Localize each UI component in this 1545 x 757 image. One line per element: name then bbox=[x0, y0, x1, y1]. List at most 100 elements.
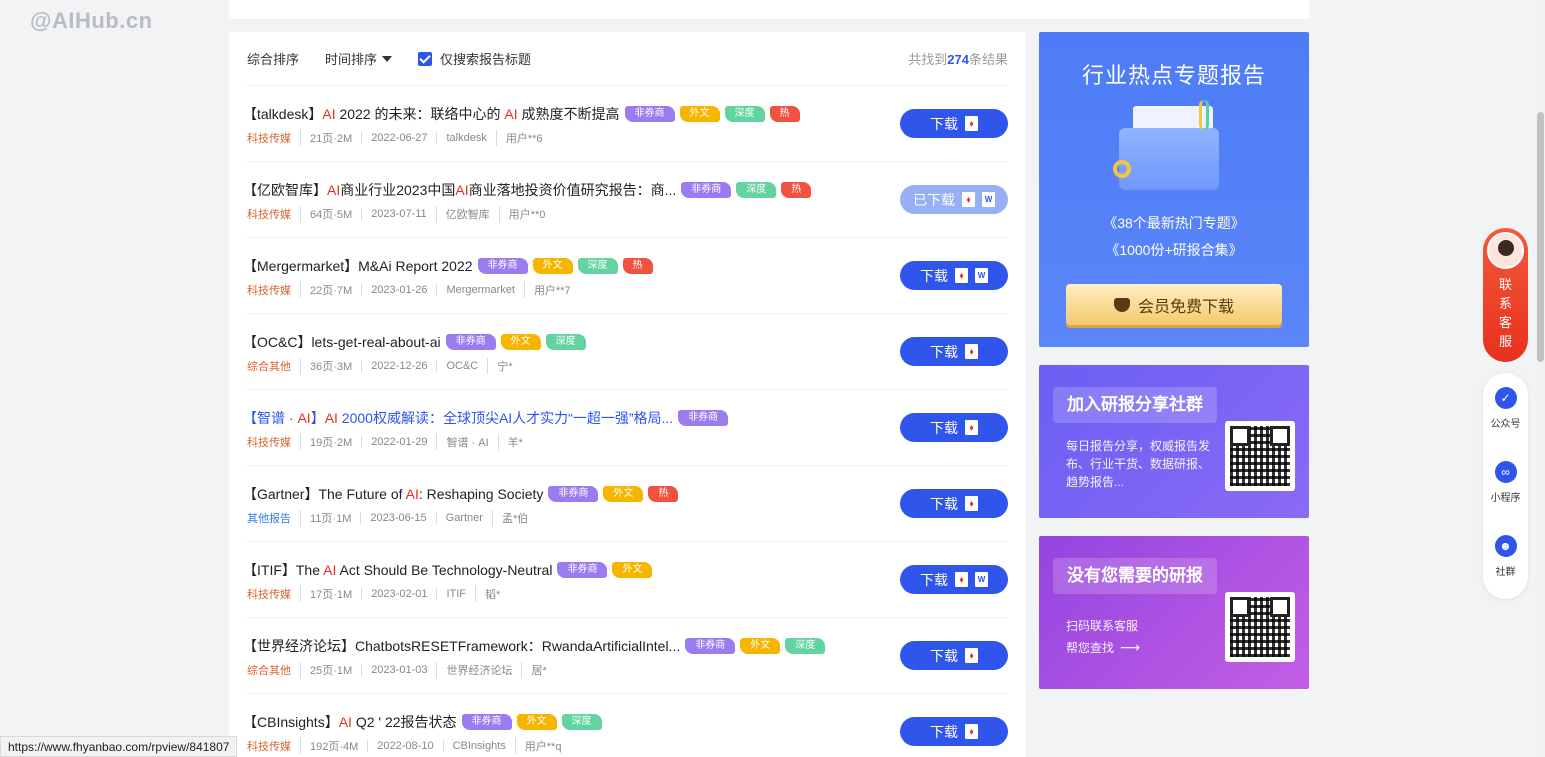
download-button[interactable]: 下载 ⬧ bbox=[900, 717, 1008, 746]
member-button-label: 会员免费下载 bbox=[1137, 298, 1234, 316]
service-agent-avatar bbox=[1487, 232, 1524, 269]
report-tag: 非券商 bbox=[445, 334, 496, 350]
report-title-text[interactable]: 【世界经济论坛】ChatbotsRESETFramework：RwandaArt… bbox=[243, 636, 680, 656]
join-group-card[interactable]: 加入研报分享社群 每日报告分享，权威报告发布、行业干货、数据研报、趋势报告... bbox=[1039, 365, 1309, 518]
report-category[interactable]: 综合其他 bbox=[247, 662, 300, 678]
download-button[interactable]: 下载 ⬧ bbox=[900, 109, 1008, 138]
title-only-filter[interactable]: 仅搜索报告标题 bbox=[418, 49, 531, 68]
report-date: 2022-06-27 bbox=[361, 132, 436, 144]
download-button-label: 下载 bbox=[920, 571, 948, 588]
report-date: 2022-01-29 bbox=[361, 436, 436, 448]
download-button-label: 下载 bbox=[930, 495, 958, 512]
report-category[interactable]: 科技传媒 bbox=[247, 434, 300, 450]
page-scrollbar[interactable] bbox=[1536, 0, 1545, 757]
report-tag: 深度 bbox=[724, 106, 765, 122]
report-tag: 外文 bbox=[612, 562, 653, 578]
word-file-icon: W bbox=[975, 572, 988, 587]
service-qr-code bbox=[1225, 592, 1295, 662]
report-title[interactable]: 【ITIF】The AI Act Should Be Technology-Ne… bbox=[243, 560, 653, 580]
report-row[interactable]: 【Gartner】The Future of AI: Reshaping Soc… bbox=[243, 466, 1008, 542]
report-title[interactable]: 【智谱 · AI】AI 2000权威解读：全球顶尖AI人才实力“一超一强”格局.… bbox=[243, 408, 729, 428]
report-title-text[interactable]: 【OC&C】lets-get-real-about-ai bbox=[243, 332, 441, 352]
download-button[interactable]: 下载 ⬧ bbox=[900, 641, 1008, 670]
pdf-file-icon: ⬧ bbox=[965, 496, 978, 511]
member-free-download-button[interactable]: 会员免费下载 bbox=[1066, 284, 1282, 325]
report-meta: 科技传媒 17页·1M 2023-02-01 ITIF 韬* bbox=[247, 586, 509, 602]
report-title-text[interactable]: 【智谱 · AI】AI 2000权威解读：全球顶尖AI人才实力“一超一强”格局.… bbox=[243, 408, 673, 428]
report-title[interactable]: 【talkdesk】AI 2022 的未来：联络中心的 AI 成熟度不断提高 非券… bbox=[243, 104, 800, 124]
status-bar-url: https://www.fhyanbao.com/rpview/841807 bbox=[0, 736, 238, 757]
report-row[interactable]: 【智谱 · AI】AI 2000权威解读：全球顶尖AI人才实力“一超一强”格局.… bbox=[243, 390, 1008, 466]
link-icon: ∞ bbox=[1494, 461, 1517, 483]
pdf-file-icon: ⬧ bbox=[965, 344, 978, 359]
report-title-text[interactable]: 【Mergermarket】M&Ai Report 2022 bbox=[243, 256, 473, 276]
report-row[interactable]: 【Mergermarket】M&Ai Report 2022 非券商 外文 深度热科技… bbox=[243, 238, 1008, 314]
report-category[interactable]: 科技传媒 bbox=[247, 206, 300, 222]
report-title-text[interactable]: 【亿欧智库】AI商业行业2023中国AI商业落地投资价值研究报告：商... bbox=[243, 180, 676, 200]
report-tag: 非券商 bbox=[477, 258, 528, 274]
report-title[interactable]: 【OC&C】lets-get-real-about-ai 非券商 外文 深度 bbox=[243, 332, 586, 352]
report-meta: 综合其他 36页·3M 2022-12-26 OC&C 宁* bbox=[247, 358, 522, 374]
report-meta: 综合其他 25页·1M 2023-01-03 世界经济论坛 居* bbox=[247, 662, 556, 678]
report-tag: 非券商 bbox=[678, 410, 729, 426]
report-uploader: 宁* bbox=[487, 358, 521, 374]
download-button[interactable]: 下载 ⬧ bbox=[900, 489, 1008, 518]
report-category[interactable]: 科技传媒 bbox=[247, 586, 300, 602]
scrollbar-thumb[interactable] bbox=[1537, 112, 1544, 362]
report-title-text[interactable]: 【CBInsights】AI Q2 ' 22报告状态 bbox=[243, 712, 457, 732]
contact-service-desc2: 帮您查找 bbox=[1066, 641, 1115, 655]
community-link[interactable]: ☻ 社群 bbox=[1483, 521, 1528, 595]
checkbox-checked-icon[interactable] bbox=[418, 51, 433, 66]
result-count: 共找到274条结果 bbox=[908, 49, 1008, 68]
report-title-text[interactable]: 【talkdesk】AI 2022 的未来：联络中心的 AI 成熟度不断提高 bbox=[243, 104, 620, 124]
report-list-panel: 综合排序 时间排序 仅搜索报告标题 共找到274条结果 【talkdesk】AI… bbox=[229, 32, 1026, 757]
report-uploader: 用户**7 bbox=[523, 282, 580, 298]
report-title-text[interactable]: 【ITIF】The AI Act Should Be Technology-Ne… bbox=[243, 560, 552, 580]
pdf-file-icon: ⬧ bbox=[965, 116, 978, 131]
report-pages-size: 25页·1M bbox=[300, 662, 361, 678]
report-category[interactable]: 科技传媒 bbox=[247, 130, 300, 146]
report-tag: 非券商 bbox=[681, 182, 732, 198]
hot-topics-line1: 《38个最新热门专题》 bbox=[1103, 215, 1245, 231]
report-row[interactable]: 【OC&C】lets-get-real-about-ai 非券商 外文 深度综合其他 3… bbox=[243, 314, 1008, 390]
downloaded-button[interactable]: 已下载 ⬧ W bbox=[900, 185, 1008, 214]
report-category[interactable]: 科技传媒 bbox=[247, 738, 300, 754]
report-category[interactable]: 综合其他 bbox=[247, 358, 300, 374]
report-row[interactable]: 【talkdesk】AI 2022 的未来：联络中心的 AI 成熟度不断提高 非券… bbox=[243, 86, 1008, 162]
report-tag: 非券商 bbox=[624, 106, 675, 122]
watermark: @AIHub.cn bbox=[30, 8, 153, 33]
download-button[interactable]: 下载 ⬧ bbox=[900, 337, 1008, 366]
report-pages-size: 192页·4M bbox=[300, 738, 367, 754]
download-button-label: 下载 bbox=[930, 115, 958, 132]
report-title[interactable]: 【Gartner】The Future of AI: Reshaping Soc… bbox=[243, 484, 679, 504]
download-button[interactable]: 下载 ⬧ W bbox=[900, 565, 1008, 594]
report-row[interactable]: 【亿欧智库】AI商业行业2023中国AI商业落地投资价值研究报告：商... 非券商… bbox=[243, 162, 1008, 238]
report-title[interactable]: 【世界经济论坛】ChatbotsRESETFramework：RwandaArt… bbox=[243, 636, 826, 656]
wechat-official-account-link[interactable]: ✓ 公众号 bbox=[1483, 373, 1528, 447]
quick-links-float: ✓ 公众号 ∞ 小程序 ☻ 社群 bbox=[1483, 373, 1528, 599]
download-button[interactable]: 下载 ⬧ W bbox=[900, 261, 1008, 290]
mini-program-link[interactable]: ∞ 小程序 bbox=[1483, 447, 1528, 521]
report-date: 2023-06-15 bbox=[360, 512, 435, 524]
report-tag: 深度 bbox=[736, 182, 777, 198]
report-title[interactable]: 【亿欧智库】AI商业行业2023中国AI商业落地投资价值研究报告：商... 非券商… bbox=[243, 180, 812, 200]
report-meta: 科技传媒 19页·2M 2022-01-29 智谱 · AI 羊* bbox=[247, 434, 532, 450]
report-pages-size: 22页·7M bbox=[300, 282, 361, 298]
hot-topics-banner[interactable]: 行业热点专题报告 《38个最新热门专题》 《1000份+研报合集》 会员免费下载 bbox=[1039, 32, 1309, 347]
report-row[interactable]: 【ITIF】The AI Act Should Be Technology-Ne… bbox=[243, 542, 1008, 618]
pdf-file-icon: ⬧ bbox=[965, 420, 978, 435]
contact-service-float-button[interactable]: 联系客服 bbox=[1483, 228, 1528, 362]
contact-service-card[interactable]: 没有您需要的研报 扫码联系客服 帮您查找 ⟶ bbox=[1039, 536, 1309, 689]
report-title[interactable]: 【CBInsights】AI Q2 ' 22报告状态 非券商 外文 深度 bbox=[243, 712, 602, 732]
report-category[interactable]: 其他报告 bbox=[247, 510, 300, 526]
hot-topics-title: 行业热点专题报告 bbox=[1081, 63, 1266, 88]
report-category[interactable]: 科技传媒 bbox=[247, 282, 300, 298]
download-button[interactable]: 下载 ⬧ bbox=[900, 413, 1008, 442]
report-row[interactable]: 【世界经济论坛】ChatbotsRESETFramework：RwandaArt… bbox=[243, 618, 1008, 694]
sort-time-option[interactable]: 时间排序 bbox=[325, 49, 393, 68]
report-title[interactable]: 【Mergermarket】M&Ai Report 2022 非券商 外文 深度热 bbox=[243, 256, 653, 276]
report-source: 亿欧智库 bbox=[435, 206, 499, 222]
report-row[interactable]: 【CBInsights】AI Q2 ' 22报告状态 非券商 外文 深度科技传媒 192… bbox=[243, 694, 1008, 757]
report-title-text[interactable]: 【Gartner】The Future of AI: Reshaping Soc… bbox=[243, 484, 543, 504]
sort-all-option[interactable]: 综合排序 bbox=[247, 49, 299, 68]
